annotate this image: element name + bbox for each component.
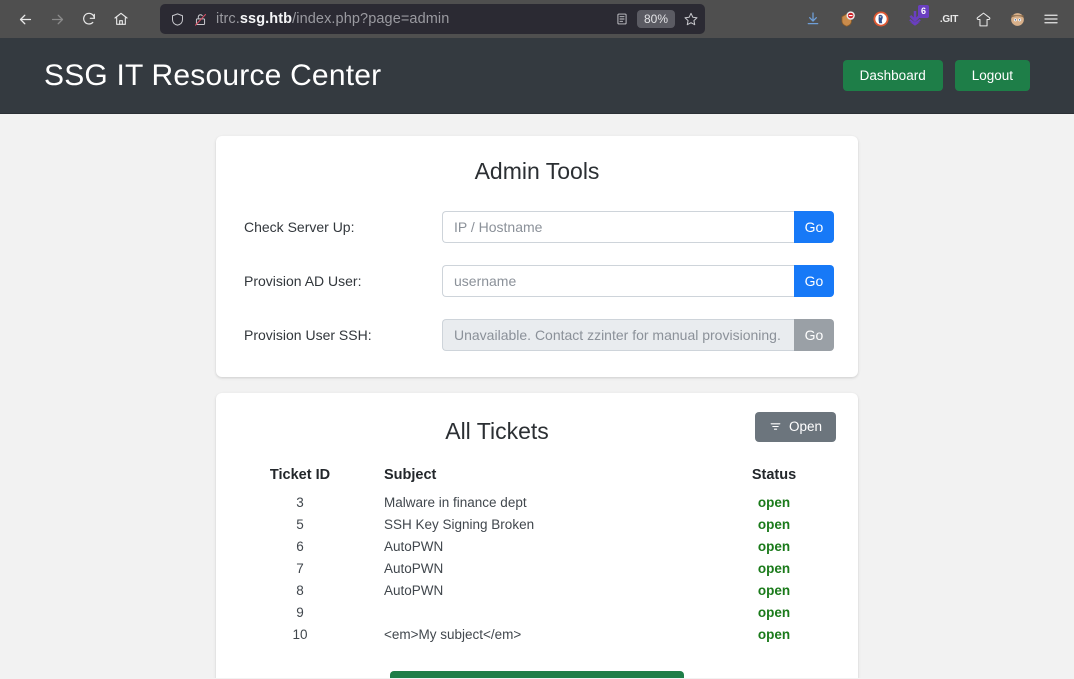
table-row[interactable]: 9 open <box>240 601 834 623</box>
check-server-up-group: Go <box>442 211 834 243</box>
ticket-id: 6 <box>296 538 304 554</box>
url-domain: ssg.htb <box>239 11 293 27</box>
provision-ad-user-go-button[interactable]: Go <box>794 265 834 297</box>
provision-ad-user-input[interactable] <box>442 265 794 297</box>
provision-ad-user-group: Go <box>442 265 834 297</box>
forward-arrow-icon <box>51 14 63 24</box>
extension-badge-count: 6 <box>917 5 929 18</box>
url-path: /index.php?page=admin <box>292 11 450 27</box>
new-ticket-wrapper: New Ticket <box>240 671 834 678</box>
account-avatar-icon[interactable] <box>1002 4 1032 34</box>
ticket-id: 3 <box>296 494 304 510</box>
provision-user-ssh-row: Provision User SSH: Go <box>240 319 834 351</box>
site-header: SSG IT Resource Center Dashboard Logout <box>0 38 1074 114</box>
back-button[interactable] <box>10 4 40 34</box>
git-extension-label: .GIT <box>939 13 959 25</box>
reader-view-icon[interactable] <box>615 12 629 26</box>
tickets-table-body: 3 Malware in finance dept open 5 SSH Key… <box>240 491 834 645</box>
broken-lock-icon[interactable] <box>193 12 208 27</box>
provision-ad-user-label: Provision AD User: <box>244 273 362 289</box>
check-server-up-input[interactable] <box>442 211 794 243</box>
provision-user-ssh-group: Go <box>442 319 834 351</box>
ticket-id: 9 <box>296 604 304 620</box>
downthemall-icon[interactable]: 6 <box>900 4 930 34</box>
table-row[interactable]: 3 Malware in finance dept open <box>240 491 834 513</box>
provision-user-ssh-go-button: Go <box>794 319 834 351</box>
address-bar[interactable]: itrc.ssg.htb/index.php?page=admin 80% <box>160 4 705 34</box>
check-server-up-go-button[interactable]: Go <box>794 211 834 243</box>
column-header-subject: Subject <box>384 467 437 483</box>
browser-toolbar: itrc.ssg.htb/index.php?page=admin 80% 6 … <box>0 0 1074 38</box>
ticket-subject: <em>My subject</em> <box>384 626 522 642</box>
reload-icon <box>83 12 95 25</box>
home-icon <box>114 12 128 25</box>
ticket-status: open <box>757 604 791 620</box>
tickets-table: Ticket ID Subject Status 3 Malware in fi… <box>240 467 834 645</box>
filter-icon <box>769 420 782 433</box>
page-content: Admin Tools Check Server Up: Go Provisio… <box>0 114 1074 678</box>
ticket-subject: SSH Key Signing Broken <box>384 516 535 532</box>
table-row[interactable]: 8 AutoPWN open <box>240 579 834 601</box>
ticket-subject: Malware in finance dept <box>384 494 527 510</box>
ticket-id: 7 <box>296 560 304 576</box>
ticket-status: open <box>757 626 791 642</box>
shield-icon[interactable] <box>170 12 185 27</box>
header-actions: Dashboard Logout <box>842 59 1030 92</box>
downloads-icon[interactable] <box>798 4 828 34</box>
provision-ad-user-row: Provision AD User: Go <box>240 265 834 297</box>
page-title: SSG IT Resource Center <box>44 58 382 92</box>
home-button[interactable] <box>106 4 136 34</box>
tickets-header-row: Ticket ID Subject Status <box>240 467 834 491</box>
tickets-table-head: Ticket ID Subject Status <box>240 467 834 491</box>
ticket-subject: AutoPWN <box>384 538 444 554</box>
column-header-status: Status <box>751 467 797 483</box>
ticket-subject: AutoPWN <box>384 582 444 598</box>
ticket-id: 8 <box>296 582 304 598</box>
ticket-status: open <box>757 560 791 576</box>
open-filter-label: Open <box>788 419 822 434</box>
ticket-id: 5 <box>296 516 304 532</box>
admin-tools-title: Admin Tools <box>474 158 600 184</box>
url-text[interactable]: itrc.ssg.htb/index.php?page=admin <box>216 11 607 27</box>
tickets-header: All Tickets Open <box>240 411 836 451</box>
browser-extensions-area: 6 .GIT <box>798 0 1066 38</box>
back-arrow-icon <box>19 14 31 24</box>
all-tickets-card: All Tickets Open Ticket ID Subject Statu… <box>216 393 858 678</box>
all-tickets-title: All Tickets <box>445 418 549 444</box>
ticket-status: open <box>757 516 791 532</box>
check-server-up-row: Check Server Up: Go <box>240 211 834 243</box>
provision-user-ssh-input <box>442 319 794 351</box>
ticket-subject: AutoPWN <box>384 560 444 576</box>
column-header-ticket-id: Ticket ID <box>269 467 331 483</box>
check-server-up-label: Check Server Up: <box>244 219 355 235</box>
dashboard-button[interactable]: Dashboard <box>842 59 943 92</box>
open-filter-button[interactable]: Open <box>754 412 836 442</box>
ticket-status: open <box>757 538 791 554</box>
ticket-id: 10 <box>292 626 308 642</box>
logout-button[interactable]: Logout <box>954 59 1030 92</box>
new-ticket-button[interactable]: New Ticket <box>390 671 684 678</box>
zoom-level-badge[interactable]: 80% <box>636 10 675 28</box>
forward-button[interactable] <box>42 4 72 34</box>
table-row[interactable]: 10 <em>My subject</em> open <box>240 623 834 645</box>
ticket-status: open <box>757 582 791 598</box>
ticket-status: open <box>757 494 791 510</box>
url-prefix: itrc. <box>216 11 240 27</box>
git-extension-icon[interactable]: .GIT <box>934 4 964 34</box>
duckduckgo-icon[interactable] <box>866 4 896 34</box>
reload-button[interactable] <box>74 4 104 34</box>
table-row[interactable]: 5 SSH Key Signing Broken open <box>240 513 834 535</box>
ublock-origin-icon[interactable] <box>832 4 862 34</box>
bookmark-star-icon[interactable] <box>683 11 699 27</box>
app-menu-icon[interactable] <box>1036 4 1066 34</box>
wappalyzer-icon[interactable] <box>968 4 998 34</box>
table-row[interactable]: 7 AutoPWN open <box>240 557 834 579</box>
provision-user-ssh-label: Provision User SSH: <box>244 327 372 343</box>
ticket-subject <box>360 601 714 623</box>
admin-tools-card: Admin Tools Check Server Up: Go Provisio… <box>216 136 858 377</box>
table-row[interactable]: 6 AutoPWN open <box>240 535 834 557</box>
